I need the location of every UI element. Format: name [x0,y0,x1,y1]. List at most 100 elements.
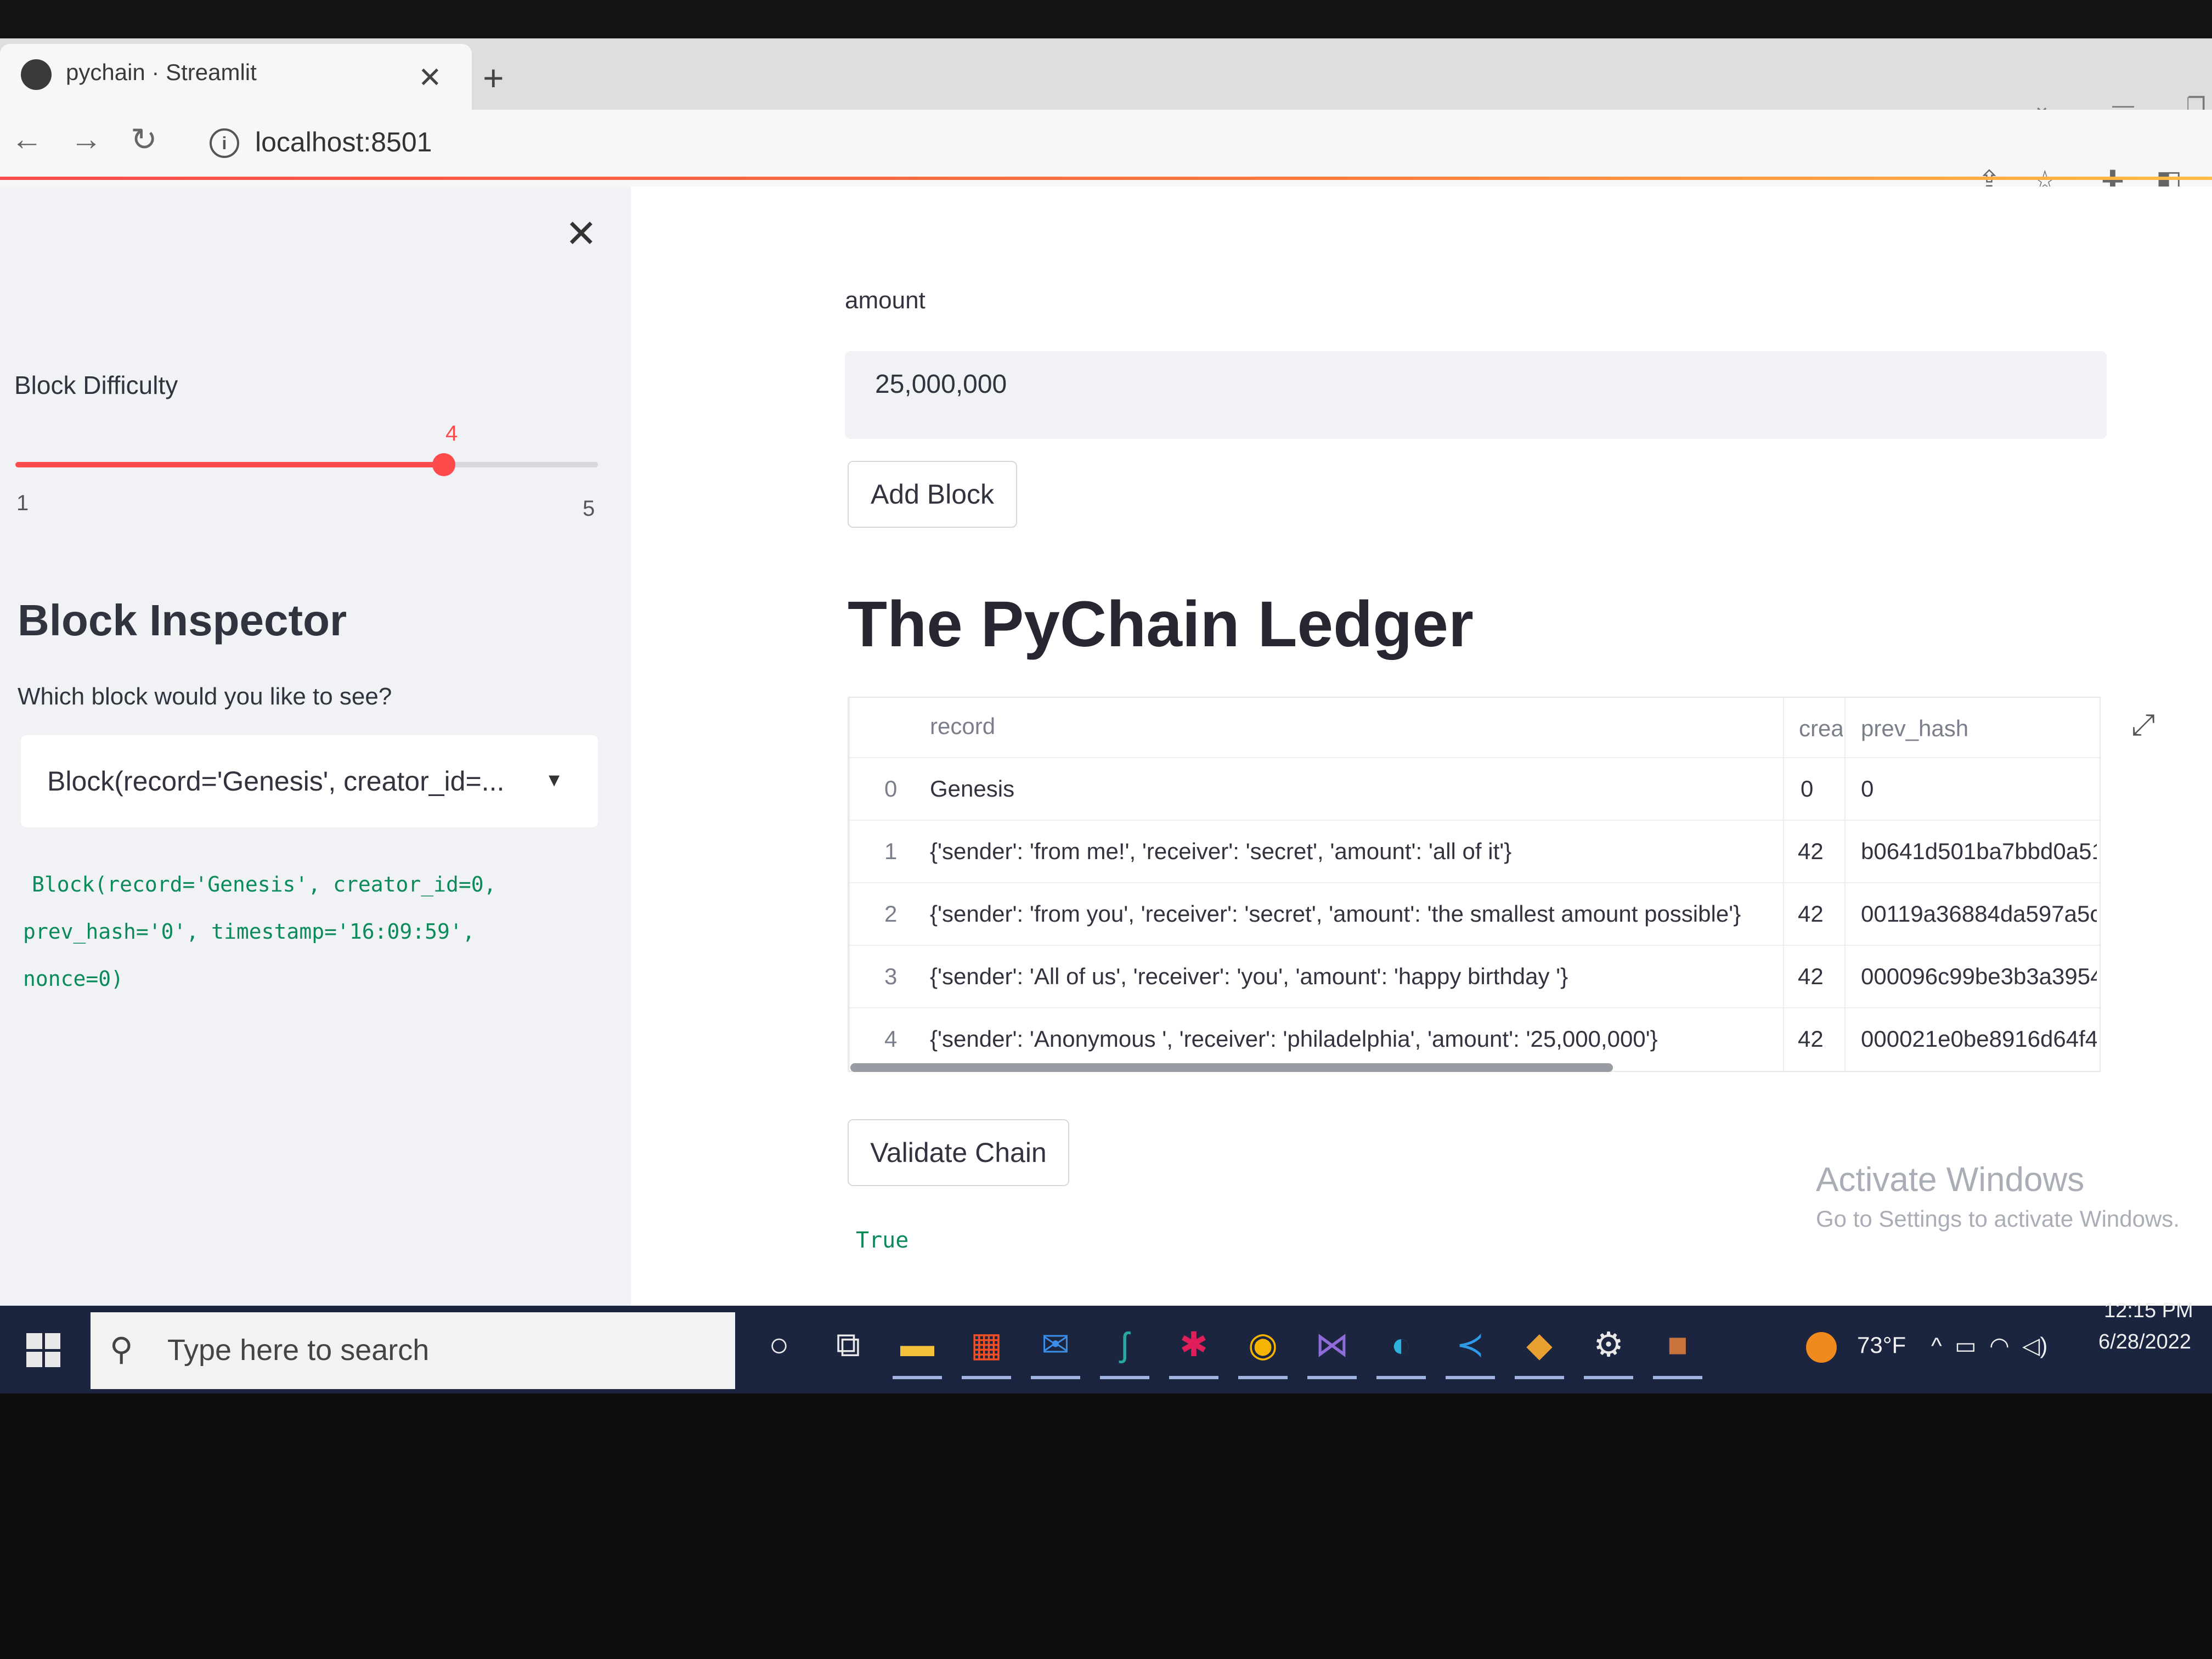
activate-windows-watermark: Activate Windows [1816,1161,2085,1199]
record-cell[interactable]: Genesis [930,776,1014,802]
column-header-prev-hash[interactable]: prev_hash [1861,715,1968,742]
running-app-indicator [962,1376,1011,1379]
tab-close-icon[interactable]: ✕ [418,61,442,94]
column-header-record[interactable]: record [930,713,995,740]
clock-date[interactable]: 6/28/2022 [2098,1330,2191,1354]
ledger-table[interactable]: record creat prev_hash 0 Genesis 0 0 1 {… [848,697,2101,1072]
ledger-title: The PyChain Ledger [848,588,1474,661]
creator-cell[interactable]: 42 [1798,963,1824,990]
row-divider [849,757,2100,758]
clock-time[interactable]: 12:15 PM [2104,1299,2193,1323]
windows-start-icon[interactable] [26,1333,60,1367]
forward-icon[interactable]: → [70,121,102,157]
record-cell[interactable]: {'sender': 'from you', 'receiver': 'secr… [930,901,1780,927]
store-icon[interactable]: ▦ [959,1318,1014,1373]
mail-icon[interactable]: ✉ [1028,1318,1083,1373]
url-field[interactable]: localhost:8501 [255,126,432,158]
block-repr-line: Block(record='Genesis', creator_id=0, [32,872,496,896]
slider-min-label: 1 [16,491,29,515]
column-divider [1844,698,1846,1071]
row-index: 3 [884,963,898,989]
visual-studio-icon[interactable]: ⋈ [1305,1318,1359,1373]
tab-title: pychain · Streamlit [66,59,257,85]
block-select-label: Which block would you like to see? [18,683,392,710]
block-select-value: Block(record='Genesis', creator_id=... [47,766,505,797]
file-explorer-icon[interactable]: ▬ [890,1318,945,1373]
slider-max-label: 5 [583,496,595,521]
expand-table-icon[interactable]: ⤢ [2131,708,2155,742]
prev-hash-cell[interactable]: 0 [1861,776,1874,802]
row-divider [849,882,2100,883]
running-app-indicator [1653,1376,1702,1379]
vscode-icon[interactable]: ≺ [1443,1318,1498,1373]
row-index: 2 [884,901,898,927]
chevron-down-icon[interactable]: ▾ [549,767,560,792]
row-divider [849,1007,2100,1008]
prev-hash-cell[interactable]: b0641d501ba7bbd0a51 [1861,838,2097,865]
record-cell[interactable]: {'sender': 'All of us', 'receiver': 'you… [930,963,1568,990]
row-divider [849,820,2100,821]
cortana-icon[interactable]: ○ [752,1318,806,1373]
block-repr-line: nonce=0) [23,967,124,991]
running-app-indicator [1515,1376,1564,1379]
running-app-indicator [1376,1376,1426,1379]
activate-windows-subtext: Go to Settings to activate Windows. [1816,1206,2180,1232]
running-app-indicator [1584,1376,1633,1379]
creator-cell[interactable]: 42 [1798,901,1824,927]
back-icon[interactable]: ← [11,121,43,157]
reload-icon[interactable]: ↻ [131,121,157,158]
creator-cell[interactable]: 0 [1801,776,1813,802]
chrome-icon[interactable]: ◉ [1235,1318,1290,1373]
record-cell[interactable]: {'sender': 'Anonymous ', 'receiver': 'ph… [930,1026,1658,1052]
git-icon[interactable]: ◆ [1512,1318,1567,1373]
taskbar-search-placeholder: Type here to search [167,1334,430,1367]
prev-hash-cell[interactable]: 00119a36884da597a5c7 [1861,901,2097,927]
search-icon: ⚲ [110,1331,133,1367]
running-app-indicator [1100,1376,1149,1379]
column-header-creator[interactable]: creat [1799,715,1843,742]
add-block-button[interactable]: Add Block [848,461,1017,528]
slack-icon[interactable]: ✱ [1166,1318,1221,1373]
sway-icon[interactable]: ʃ [1097,1318,1152,1373]
block-repr-line: prev_hash='0', timestamp='16:09:59', [23,919,475,944]
streamlit-favicon-icon [21,59,52,90]
weather-icon[interactable] [1806,1332,1837,1363]
row-index: 0 [884,776,898,802]
settings-icon[interactable]: ⚙ [1581,1318,1636,1373]
creator-cell[interactable]: 42 [1798,1026,1824,1052]
difficulty-slider-thumb[interactable] [432,453,455,476]
table-horizontal-scrollbar[interactable] [850,1063,1613,1072]
running-app-indicator [1238,1376,1288,1379]
monitor-bezel [0,1393,2212,1659]
running-app-indicator [1307,1376,1357,1379]
difficulty-slider-fill [15,462,444,467]
validation-result: True [856,1228,909,1253]
prev-hash-cell[interactable]: 000021e0be8916d64f47 [1861,1026,2097,1052]
system-tray-icons[interactable]: ^ ▭ ◠ ◁) [1931,1332,2047,1359]
edge-icon[interactable]: ◐ [1374,1318,1429,1373]
creator-cell[interactable]: 42 [1798,838,1824,865]
record-cell[interactable]: {'sender': 'from me!', 'receiver': 'secr… [930,838,1511,865]
running-app-indicator [1446,1376,1495,1379]
streamlit-top-decoration [0,177,2212,180]
validate-chain-button[interactable]: Validate Chain [848,1119,1069,1186]
amount-input[interactable] [845,351,2107,439]
running-app-indicator [1031,1376,1080,1379]
prev-hash-cell[interactable]: 000096c99be3b3a39544 [1861,963,2097,990]
row-index: 1 [884,838,898,864]
running-app-indicator [893,1376,942,1379]
amount-label: amount [845,287,926,314]
package-icon[interactable]: ■ [1650,1318,1705,1373]
column-divider [1783,698,1784,1071]
amount-input-value: 25,000,000 [875,370,1007,399]
new-tab-icon[interactable]: + [483,57,504,99]
close-sidebar-icon[interactable]: ✕ [565,211,597,256]
block-difficulty-label: Block Difficulty [14,371,178,399]
row-index: 4 [884,1026,898,1052]
block-inspector-heading: Block Inspector [18,596,347,645]
weather-temperature[interactable]: 73°F [1857,1332,1906,1358]
running-app-indicator [1169,1376,1218,1379]
slider-current-value: 4 [445,421,458,445]
site-info-icon[interactable]: i [210,128,239,158]
task-view-icon[interactable]: ⧉ [821,1318,876,1373]
